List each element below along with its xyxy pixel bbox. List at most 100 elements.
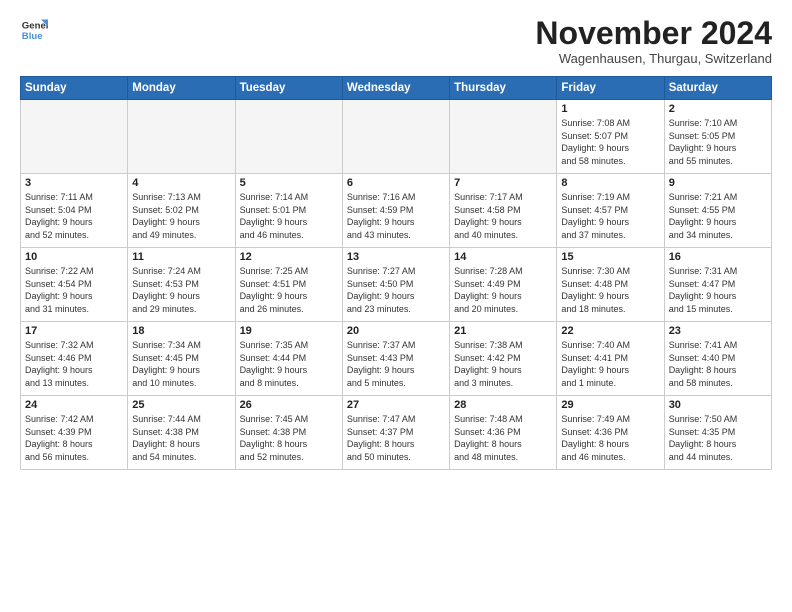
month-title: November 2024 <box>535 16 772 51</box>
day-info: Sunrise: 7:22 AM Sunset: 4:54 PM Dayligh… <box>25 265 123 315</box>
day-number: 12 <box>240 251 338 263</box>
table-row: 6 Sunrise: 7:16 AM Sunset: 4:59 PM Daylig… <box>342 174 449 248</box>
day-number: 2 <box>669 103 767 115</box>
col-tuesday: Tuesday <box>235 77 342 100</box>
table-row <box>342 100 449 174</box>
day-info: Sunrise: 7:50 AM Sunset: 4:35 PM Dayligh… <box>669 413 767 463</box>
day-number: 5 <box>240 177 338 189</box>
day-info: Sunrise: 7:37 AM Sunset: 4:43 PM Dayligh… <box>347 339 445 389</box>
day-info: Sunrise: 7:11 AM Sunset: 5:04 PM Dayligh… <box>25 191 123 241</box>
day-info: Sunrise: 7:24 AM Sunset: 4:53 PM Dayligh… <box>132 265 230 315</box>
day-info: Sunrise: 7:49 AM Sunset: 4:36 PM Dayligh… <box>561 413 659 463</box>
day-number: 20 <box>347 325 445 337</box>
day-info: Sunrise: 7:30 AM Sunset: 4:48 PM Dayligh… <box>561 265 659 315</box>
day-number: 1 <box>561 103 659 115</box>
table-row: 26 Sunrise: 7:45 AM Sunset: 4:38 PM Dayli… <box>235 396 342 470</box>
page-header: General Blue November 2024 Wagenhausen, … <box>20 16 772 66</box>
day-number: 21 <box>454 325 552 337</box>
day-info: Sunrise: 7:32 AM Sunset: 4:46 PM Dayligh… <box>25 339 123 389</box>
day-info: Sunrise: 7:28 AM Sunset: 4:49 PM Dayligh… <box>454 265 552 315</box>
table-row: 14 Sunrise: 7:28 AM Sunset: 4:49 PM Dayli… <box>450 248 557 322</box>
table-row: 8 Sunrise: 7:19 AM Sunset: 4:57 PM Daylig… <box>557 174 664 248</box>
table-row: 4Sunrise: 7:13 AM Sunset: 5:02 PM Daylig… <box>128 174 235 248</box>
day-number: 8 <box>561 177 659 189</box>
day-number: 10 <box>25 251 123 263</box>
table-row: 21 Sunrise: 7:38 AM Sunset: 4:42 PM Dayli… <box>450 322 557 396</box>
table-row <box>128 100 235 174</box>
day-info: Sunrise: 7:21 AM Sunset: 4:55 PM Dayligh… <box>669 191 767 241</box>
col-saturday: Saturday <box>664 77 771 100</box>
page-container: General Blue November 2024 Wagenhausen, … <box>0 0 792 480</box>
day-info: Sunrise: 7:17 AM Sunset: 4:58 PM Dayligh… <box>454 191 552 241</box>
day-number: 3 <box>25 177 123 189</box>
table-row: 11 Sunrise: 7:24 AM Sunset: 4:53 PM Dayli… <box>128 248 235 322</box>
day-info: Sunrise: 7:38 AM Sunset: 4:42 PM Dayligh… <box>454 339 552 389</box>
table-row: 23 Sunrise: 7:41 AM Sunset: 4:40 PM Dayli… <box>664 322 771 396</box>
day-info: Sunrise: 7:16 AM Sunset: 4:59 PM Dayligh… <box>347 191 445 241</box>
day-info: Sunrise: 7:08 AM Sunset: 5:07 PM Dayligh… <box>561 117 659 167</box>
day-number: 24 <box>25 399 123 411</box>
day-info: Sunrise: 7:25 AM Sunset: 4:51 PM Dayligh… <box>240 265 338 315</box>
day-number: 23 <box>669 325 767 337</box>
col-monday: Monday <box>128 77 235 100</box>
day-number: 25 <box>132 399 230 411</box>
day-number: 17 <box>25 325 123 337</box>
table-row: 16 Sunrise: 7:31 AM Sunset: 4:47 PM Dayli… <box>664 248 771 322</box>
day-info: Sunrise: 7:19 AM Sunset: 4:57 PM Dayligh… <box>561 191 659 241</box>
day-number: 11 <box>132 251 230 263</box>
day-info: Sunrise: 7:10 AM Sunset: 5:05 PM Dayligh… <box>669 117 767 167</box>
table-row: 13Sunrise: 7:27 AM Sunset: 4:50 PM Dayli… <box>342 248 449 322</box>
table-row <box>450 100 557 174</box>
table-row <box>235 100 342 174</box>
day-info: Sunrise: 7:13 AM Sunset: 5:02 PM Dayligh… <box>132 191 230 241</box>
day-number: 13 <box>347 251 445 263</box>
table-row: 1 Sunrise: 7:08 AM Sunset: 5:07 PM Daylig… <box>557 100 664 174</box>
day-number: 30 <box>669 399 767 411</box>
day-info: Sunrise: 7:42 AM Sunset: 4:39 PM Dayligh… <box>25 413 123 463</box>
table-row: 30 Sunrise: 7:50 AM Sunset: 4:35 PM Dayli… <box>664 396 771 470</box>
day-info: Sunrise: 7:31 AM Sunset: 4:47 PM Dayligh… <box>669 265 767 315</box>
day-number: 7 <box>454 177 552 189</box>
day-number: 15 <box>561 251 659 263</box>
table-row: 24 Sunrise: 7:42 AM Sunset: 4:39 PM Dayli… <box>21 396 128 470</box>
day-number: 27 <box>347 399 445 411</box>
table-row: 22Sunrise: 7:40 AM Sunset: 4:41 PM Dayli… <box>557 322 664 396</box>
day-info: Sunrise: 7:14 AM Sunset: 5:01 PM Dayligh… <box>240 191 338 241</box>
table-row: 19 Sunrise: 7:35 AM Sunset: 4:44 PM Dayli… <box>235 322 342 396</box>
day-number: 29 <box>561 399 659 411</box>
logo-icon: General Blue <box>20 16 48 44</box>
table-row: 2 Sunrise: 7:10 AM Sunset: 5:05 PM Daylig… <box>664 100 771 174</box>
day-info: Sunrise: 7:35 AM Sunset: 4:44 PM Dayligh… <box>240 339 338 389</box>
day-number: 9 <box>669 177 767 189</box>
day-number: 14 <box>454 251 552 263</box>
table-row: 20 Sunrise: 7:37 AM Sunset: 4:43 PM Dayli… <box>342 322 449 396</box>
table-row: 3 Sunrise: 7:11 AM Sunset: 5:04 PM Daylig… <box>21 174 128 248</box>
table-row: 29 Sunrise: 7:49 AM Sunset: 4:36 PM Dayli… <box>557 396 664 470</box>
day-info: Sunrise: 7:34 AM Sunset: 4:45 PM Dayligh… <box>132 339 230 389</box>
col-friday: Friday <box>557 77 664 100</box>
table-row: 9 Sunrise: 7:21 AM Sunset: 4:55 PM Daylig… <box>664 174 771 248</box>
svg-text:Blue: Blue <box>22 31 43 42</box>
day-number: 16 <box>669 251 767 263</box>
day-info: Sunrise: 7:45 AM Sunset: 4:38 PM Dayligh… <box>240 413 338 463</box>
table-row: 27 Sunrise: 7:47 AM Sunset: 4:37 PM Dayli… <box>342 396 449 470</box>
table-row: 28 Sunrise: 7:48 AM Sunset: 4:36 PM Dayli… <box>450 396 557 470</box>
day-number: 18 <box>132 325 230 337</box>
day-number: 6 <box>347 177 445 189</box>
table-row: 25 Sunrise: 7:44 AM Sunset: 4:38 PM Dayli… <box>128 396 235 470</box>
table-row: 17 Sunrise: 7:32 AM Sunset: 4:46 PM Dayli… <box>21 322 128 396</box>
table-row <box>21 100 128 174</box>
day-info: Sunrise: 7:40 AM Sunset: 4:41 PM Dayligh… <box>561 339 659 389</box>
day-info: Sunrise: 7:41 AM Sunset: 4:40 PM Dayligh… <box>669 339 767 389</box>
day-number: 19 <box>240 325 338 337</box>
table-row: 5 Sunrise: 7:14 AM Sunset: 5:01 PM Daylig… <box>235 174 342 248</box>
day-number: 26 <box>240 399 338 411</box>
day-number: 28 <box>454 399 552 411</box>
calendar-table: Sunday Monday Tuesday Wednesday Thursday… <box>20 76 772 470</box>
day-info: Sunrise: 7:44 AM Sunset: 4:38 PM Dayligh… <box>132 413 230 463</box>
day-info: Sunrise: 7:48 AM Sunset: 4:36 PM Dayligh… <box>454 413 552 463</box>
col-thursday: Thursday <box>450 77 557 100</box>
location: Wagenhausen, Thurgau, Switzerland <box>535 51 772 66</box>
table-row: 18 Sunrise: 7:34 AM Sunset: 4:45 PM Dayli… <box>128 322 235 396</box>
day-info: Sunrise: 7:47 AM Sunset: 4:37 PM Dayligh… <box>347 413 445 463</box>
